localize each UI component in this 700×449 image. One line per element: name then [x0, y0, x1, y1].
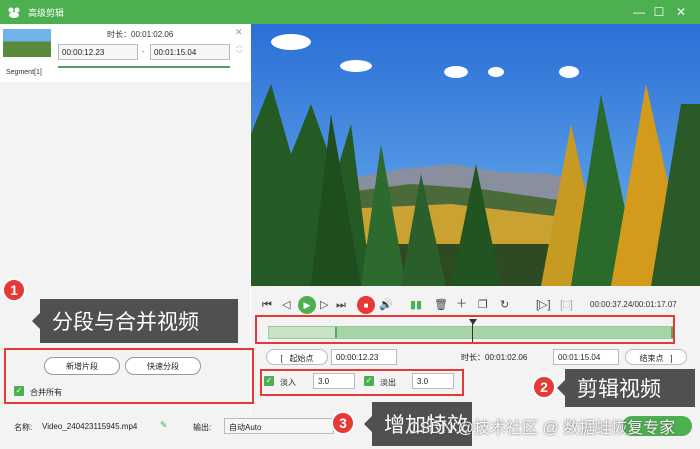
range-dash: -: [142, 47, 145, 56]
reset-icon[interactable]: ↻: [500, 298, 509, 312]
time-display: 00:00:37.24/00:01:17.07: [590, 300, 677, 309]
callout-2: 剪辑视频: [565, 369, 695, 407]
badge-1: 1: [2, 278, 26, 302]
copy-icon[interactable]: ❐: [478, 298, 488, 312]
stop-button[interactable]: ■: [357, 296, 375, 314]
video-preview: [251, 24, 700, 286]
segment-item[interactable]: Segment[1] 时长：00:01:02.06 00:00:12.23 - …: [0, 24, 250, 82]
edit-name-icon[interactable]: ✎: [160, 420, 168, 431]
go-to-start-icon[interactable]: ⏮: [262, 298, 272, 312]
file-name: Video_240423115945.mp4: [42, 422, 138, 431]
output-select[interactable]: 自动Auto: [224, 418, 334, 434]
segment-start-field[interactable]: 00:00:12.23: [58, 44, 138, 60]
segment-highlight-box: [4, 348, 254, 404]
maximize-icon[interactable]: ☐: [648, 0, 670, 24]
segment-duration: 时长：00:01:02.06: [107, 30, 174, 39]
badge-3: 3: [331, 411, 355, 435]
callout-1-pointer: [32, 313, 40, 329]
segment-label: Segment[1]: [6, 69, 42, 76]
window-title: 高级剪辑: [28, 7, 65, 18]
delete-icon[interactable]: 🗑: [434, 298, 448, 312]
callout-3-pointer: [364, 416, 372, 432]
output-label: 输出:: [193, 423, 212, 432]
effects-highlight-box: [260, 369, 464, 396]
watermark: CSDN @技术社区 @ 数据蛙恢复专家: [408, 420, 676, 437]
set-end-button[interactable]: 结束点 ]: [625, 349, 687, 365]
mark-in-icon[interactable]: [▷]: [536, 298, 551, 312]
trim-duration: 时长：00:01:02.06: [461, 353, 528, 362]
add-icon[interactable]: ＋: [456, 297, 467, 311]
segment-end-field[interactable]: 00:01:15.04: [150, 44, 230, 60]
segment-thumbnail: [3, 29, 51, 57]
next-frame-icon[interactable]: ▷: [320, 298, 328, 312]
start-time-field[interactable]: 00:00:12.23: [331, 349, 397, 365]
play-button[interactable]: ▶: [298, 296, 316, 314]
mark-out-icon[interactable]: [□]: [560, 298, 573, 312]
name-label: 名称:: [14, 423, 33, 432]
app-logo-icon: [6, 4, 22, 20]
segment-progress: [58, 66, 230, 68]
callout-2-pointer: [557, 380, 565, 396]
go-to-end-icon[interactable]: ⏭: [336, 298, 346, 312]
segment-delete-icon[interactable]: ✕: [235, 27, 243, 38]
trim-highlight-box: [255, 315, 675, 344]
prev-frame-icon[interactable]: ◁: [282, 298, 290, 312]
title-bar: 高级剪辑: [0, 0, 700, 24]
close-icon[interactable]: ✕: [670, 0, 692, 24]
split-icon[interactable]: ▮▮: [410, 298, 422, 312]
volume-icon[interactable]: 🔊: [379, 298, 393, 312]
callout-1: 分段与合并视频: [40, 299, 238, 343]
segment-reorder-icon[interactable]: ︿ ﹀: [236, 41, 243, 59]
preview-image: [251, 24, 700, 286]
set-start-button[interactable]: [ 起始点: [266, 349, 328, 365]
badge-2: 2: [532, 375, 556, 399]
minimize-icon[interactable]: —: [628, 0, 650, 24]
end-time-field[interactable]: 00:01:15.04: [553, 349, 619, 365]
